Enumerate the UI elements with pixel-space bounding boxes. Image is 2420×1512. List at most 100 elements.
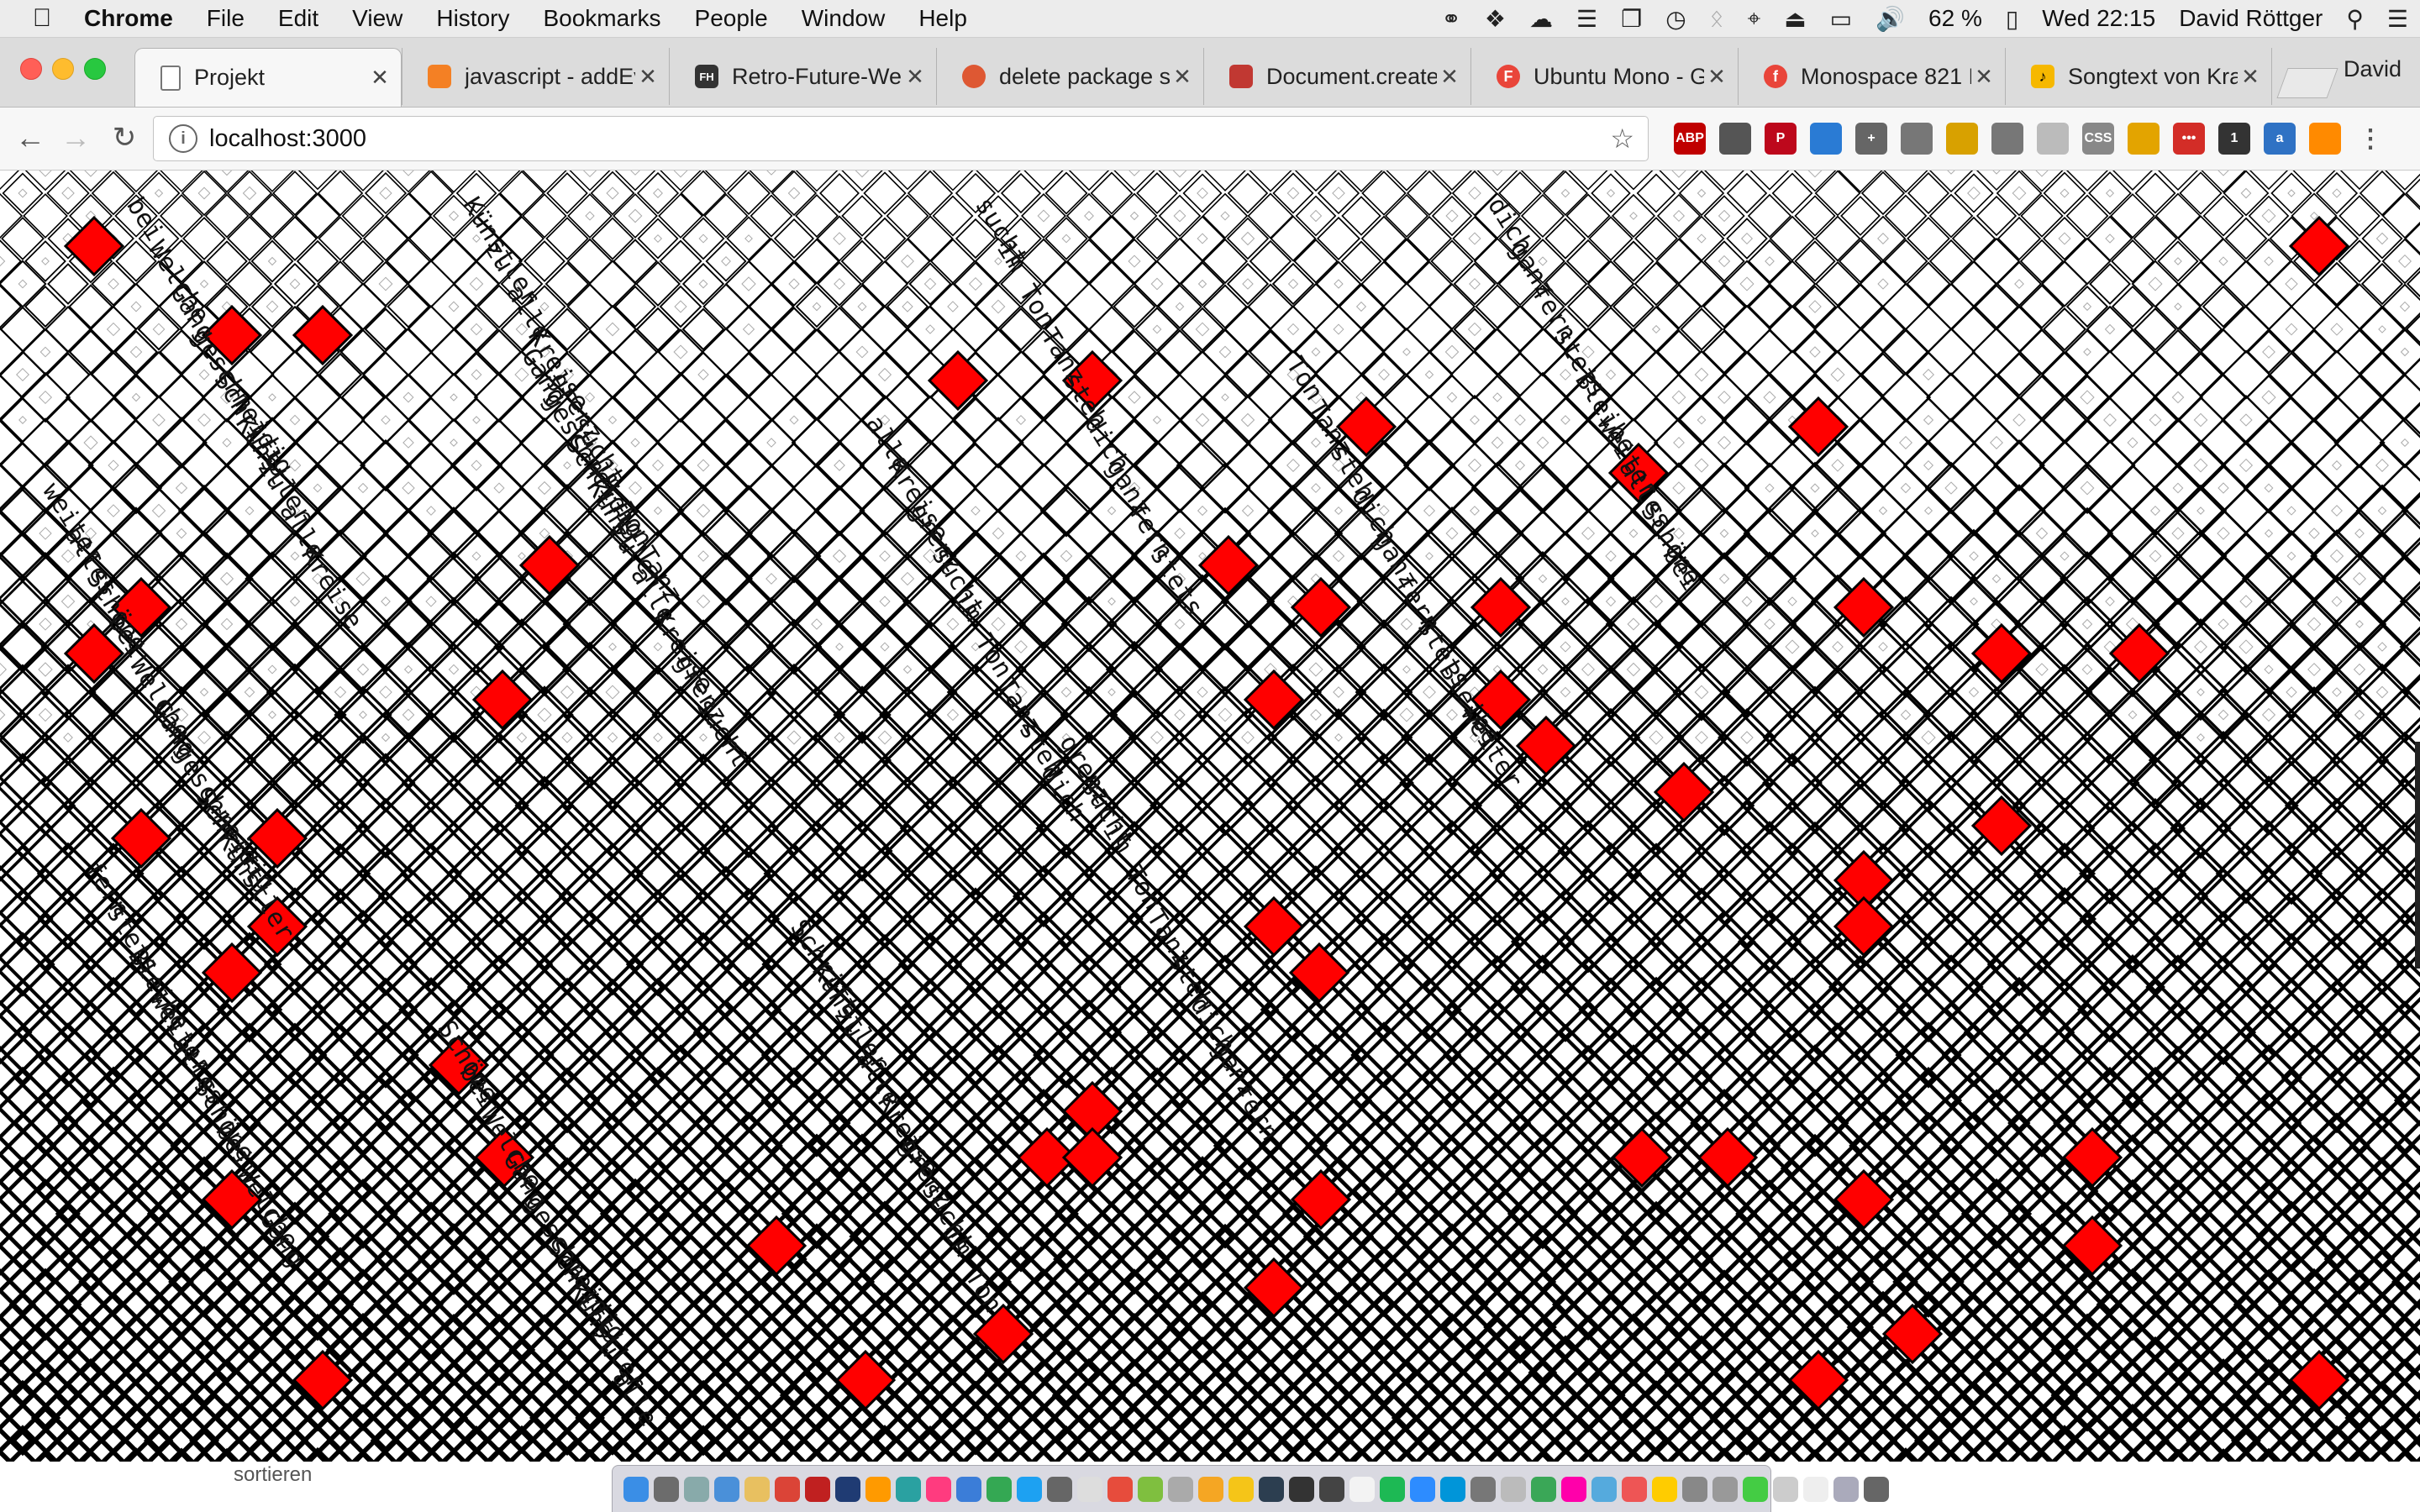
dock-app-icon[interactable] bbox=[896, 1476, 921, 1502]
dock-app-icon[interactable] bbox=[654, 1476, 679, 1502]
dock-app-icon[interactable] bbox=[1652, 1476, 1677, 1502]
bars-icon[interactable]: ☰ bbox=[1565, 5, 1609, 33]
tab-close-icon[interactable]: ✕ bbox=[1170, 64, 1195, 90]
move-icon[interactable]: + bbox=[1855, 123, 1887, 155]
dock-app-icon[interactable] bbox=[1773, 1476, 1798, 1502]
pinterest-icon[interactable]: P bbox=[1765, 123, 1797, 155]
dock-app-icon[interactable] bbox=[1380, 1476, 1405, 1502]
window-zoom-button[interactable] bbox=[84, 58, 106, 80]
user-name[interactable]: David Röttger bbox=[2167, 5, 2334, 32]
window-minimize-button[interactable] bbox=[52, 58, 74, 80]
dock-app-icon[interactable] bbox=[1168, 1476, 1193, 1502]
dock-app-icon[interactable] bbox=[1803, 1476, 1828, 1502]
tab-retro-future-web[interactable]: FH Retro-Future-Web ✕ bbox=[669, 48, 936, 105]
dock-app-icon[interactable] bbox=[1138, 1476, 1163, 1502]
eyedropper-icon[interactable] bbox=[1901, 123, 1933, 155]
wifi-icon[interactable]: ⌖ bbox=[1735, 5, 1772, 33]
dock-app-icon[interactable] bbox=[865, 1476, 891, 1502]
dock-app-icon[interactable] bbox=[714, 1476, 739, 1502]
dock-app-icon[interactable] bbox=[1077, 1476, 1102, 1502]
dock-app-icon[interactable] bbox=[1289, 1476, 1314, 1502]
volume-icon[interactable]: 🔊 bbox=[1864, 5, 1917, 33]
dock-app-icon[interactable] bbox=[1531, 1476, 1556, 1502]
scrollbar-thumb[interactable] bbox=[2415, 742, 2420, 969]
bluetooth-icon[interactable]: ᛟ bbox=[1698, 5, 1736, 32]
dock-app-icon[interactable] bbox=[1107, 1476, 1133, 1502]
dock-app-icon[interactable] bbox=[684, 1476, 709, 1502]
url-text[interactable]: localhost:3000 bbox=[209, 125, 366, 153]
tab-close-icon[interactable]: ✕ bbox=[635, 64, 660, 90]
dock-app-icon[interactable] bbox=[1198, 1476, 1223, 1502]
dock-app-icon[interactable] bbox=[835, 1476, 860, 1502]
forward-arrow-icon[interactable]: → bbox=[55, 118, 96, 158]
copy-icon[interactable]: ❐ bbox=[1609, 5, 1654, 33]
dock-app-icon[interactable] bbox=[1561, 1476, 1586, 1502]
tab-javascript-addeventlistener[interactable]: javascript - addEv ✕ bbox=[402, 48, 669, 105]
dock-app-icon[interactable] bbox=[1047, 1476, 1072, 1502]
dock-app-icon[interactable] bbox=[744, 1476, 770, 1502]
ruler-icon[interactable] bbox=[1946, 123, 1978, 155]
back-arrow-icon[interactable]: ← bbox=[10, 118, 50, 158]
dock-app-icon[interactable] bbox=[1259, 1476, 1284, 1502]
window-close-button[interactable] bbox=[20, 58, 42, 80]
dock-app-icon[interactable] bbox=[1319, 1476, 1344, 1502]
dock-app-icon[interactable] bbox=[1501, 1476, 1526, 1502]
new-tab-button[interactable] bbox=[2276, 68, 2338, 98]
dock-app-icon[interactable] bbox=[1410, 1476, 1435, 1502]
address-bar[interactable]: i localhost:3000 ☆ bbox=[153, 116, 1649, 161]
dock-app-icon[interactable] bbox=[1591, 1476, 1617, 1502]
cloud-ext-icon[interactable] bbox=[2037, 123, 2069, 155]
dock-app-icon[interactable] bbox=[1712, 1476, 1738, 1502]
clock[interactable]: Wed 22:15 bbox=[2030, 5, 2167, 32]
hammer-icon[interactable] bbox=[2128, 123, 2160, 155]
battery-icon[interactable]: ▯ bbox=[1994, 5, 2030, 33]
tab-songtext[interactable]: ♪ Songtext von Kraft ✕ bbox=[2005, 48, 2272, 105]
dock-app-icon[interactable] bbox=[926, 1476, 951, 1502]
tab-delete-package[interactable]: delete package su ✕ bbox=[936, 48, 1203, 105]
red-diamond-shape[interactable] bbox=[1787, 396, 1849, 458]
time-machine-icon[interactable]: ◷ bbox=[1654, 5, 1697, 33]
adblock-icon[interactable]: ABP bbox=[1674, 123, 1706, 155]
tab-close-icon[interactable]: ✕ bbox=[1704, 64, 1729, 90]
a-icon[interactable]: a bbox=[2264, 123, 2296, 155]
rocket-icon[interactable] bbox=[1719, 123, 1751, 155]
menu-bookmarks[interactable]: Bookmarks bbox=[526, 5, 677, 32]
tab-close-icon[interactable]: ✕ bbox=[902, 64, 928, 90]
battery-percent[interactable]: 62 % bbox=[1917, 5, 1994, 32]
dock-app-icon[interactable] bbox=[1682, 1476, 1707, 1502]
red-diamond-shape[interactable] bbox=[2108, 622, 2170, 685]
dock-app-icon[interactable] bbox=[1743, 1476, 1768, 1502]
tab-document-createtext[interactable]: Document.createT ✕ bbox=[1203, 48, 1470, 105]
tab-close-icon[interactable]: ✕ bbox=[2238, 64, 2263, 90]
dock-app-icon[interactable] bbox=[1864, 1476, 1889, 1502]
airplay-icon[interactable]: ▭ bbox=[1818, 5, 1864, 33]
tab-ubuntu-mono[interactable]: F Ubuntu Mono - Go ✕ bbox=[1470, 48, 1738, 105]
tab-close-icon[interactable]: ✕ bbox=[1437, 64, 1462, 90]
menu-history[interactable]: History bbox=[419, 5, 526, 32]
dock-app-icon[interactable] bbox=[1833, 1476, 1859, 1502]
tab-close-icon[interactable]: ✕ bbox=[1971, 64, 1996, 90]
dock-app-icon[interactable] bbox=[1228, 1476, 1254, 1502]
dock-app-icon[interactable] bbox=[623, 1476, 649, 1502]
tab-monospace-821[interactable]: f Monospace 821 Fo ✕ bbox=[1738, 48, 2005, 105]
dock-app-icon[interactable] bbox=[805, 1476, 830, 1502]
dock-app-icon[interactable] bbox=[775, 1476, 800, 1502]
shield-icon[interactable] bbox=[1810, 123, 1842, 155]
apple-menu-icon[interactable]:  bbox=[17, 4, 67, 33]
info-icon[interactable]: i bbox=[169, 124, 197, 153]
cloud-icon[interactable]: ☁ bbox=[1518, 5, 1565, 33]
eject-icon[interactable]: ⏏ bbox=[1772, 5, 1818, 33]
menu-icon[interactable]: ⋮ bbox=[2354, 123, 2386, 155]
menu-window[interactable]: Window bbox=[785, 5, 902, 32]
dock-app-icon[interactable] bbox=[1440, 1476, 1465, 1502]
ext-fox-icon[interactable] bbox=[2309, 123, 2341, 155]
menu-file[interactable]: File bbox=[190, 5, 261, 32]
dropbox-icon[interactable]: ❖ bbox=[1473, 5, 1518, 33]
dock-app-icon[interactable] bbox=[956, 1476, 981, 1502]
tab-close-icon[interactable]: ✕ bbox=[367, 65, 392, 91]
menu-view[interactable]: View bbox=[335, 5, 419, 32]
tab-projekt[interactable]: Projekt ✕ bbox=[134, 48, 402, 107]
diamond-pattern-canvas[interactable]: beiWelcheGanggeschmeidigSchriftKünstlerz… bbox=[0, 171, 2420, 1462]
menu-help[interactable]: Help bbox=[902, 5, 984, 32]
menu-edit[interactable]: Edit bbox=[261, 5, 335, 32]
